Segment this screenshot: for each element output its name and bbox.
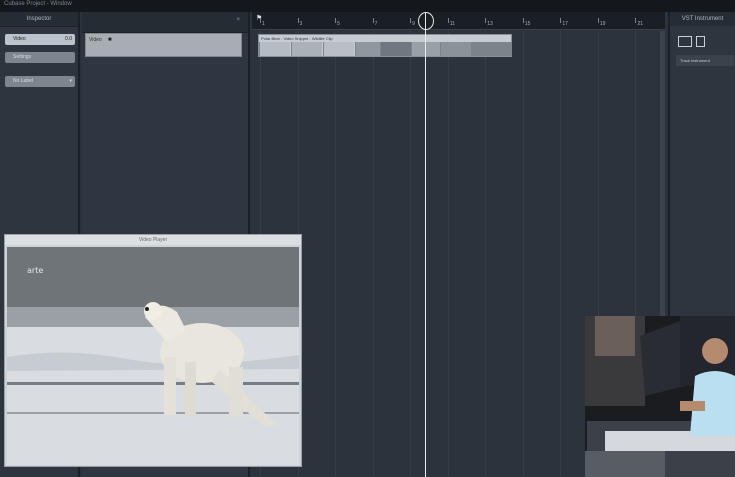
ruler-tick-mark bbox=[522, 18, 524, 23]
clip-thumbnail bbox=[355, 42, 380, 56]
vst-panel-title: VST Instrument bbox=[670, 12, 735, 26]
settings-icon[interactable] bbox=[696, 36, 705, 47]
playhead-cursor[interactable] bbox=[425, 12, 426, 477]
video-window-title: Video Player bbox=[5, 235, 301, 245]
timeline-gridline bbox=[485, 31, 487, 477]
clip-thumbnail bbox=[259, 42, 290, 56]
close-icon[interactable]: × bbox=[236, 17, 240, 23]
video-watermark: arte bbox=[27, 266, 43, 275]
timeline-gridline bbox=[372, 31, 374, 477]
timeline-gridline bbox=[560, 31, 562, 477]
ruler-tick-mark bbox=[372, 18, 374, 23]
inspector-label-dropdown[interactable]: No Label ▾ bbox=[5, 76, 75, 87]
ruler-tick-mark bbox=[447, 18, 449, 23]
ruler-tick-mark bbox=[485, 18, 487, 23]
ruler-tick-label: 19 bbox=[599, 21, 606, 27]
webcam-overlay bbox=[585, 316, 735, 477]
ruler-tick-label: 9 bbox=[412, 21, 415, 27]
window-titlebar: Cubase Project - Window bbox=[0, 0, 735, 12]
track-instrument-item[interactable]: Track Instrument bbox=[676, 55, 734, 66]
clip-thumbnail bbox=[323, 42, 354, 56]
ruler-tick-mark bbox=[597, 18, 599, 23]
ruler-tick-label: 21 bbox=[637, 21, 644, 27]
timeline-gridline bbox=[447, 31, 449, 477]
timeline-ruler[interactable]: ⚑ 13579111315171921 bbox=[252, 12, 665, 30]
timeline-gridline bbox=[335, 31, 337, 477]
inspector-dropdown-label: No Label bbox=[13, 78, 34, 84]
ruler-tick-mark bbox=[297, 18, 299, 23]
ruler-tick-label: 15 bbox=[524, 21, 531, 27]
inspector-track-label: Video bbox=[13, 36, 26, 42]
ruler-tick-label: 3 bbox=[299, 21, 303, 27]
ruler-tick-label: 13 bbox=[487, 21, 493, 27]
track-instrument-label: Track Instrument bbox=[680, 58, 710, 63]
video-player-window: Video Player arte bbox=[4, 234, 302, 467]
video-track-icon: ■ bbox=[108, 37, 112, 43]
inspector-settings-label: Settings bbox=[13, 54, 32, 60]
clip-name: Polar Bear - Video Snippet - Wildlife Cl… bbox=[261, 36, 333, 41]
clip-thumbnail bbox=[380, 42, 411, 56]
track-name: Video bbox=[89, 37, 102, 43]
inspector-track-value: 0.0 bbox=[65, 36, 72, 42]
video-track-header[interactable]: Video ■ bbox=[85, 33, 242, 57]
window-title: Cubase Project - Window bbox=[4, 1, 72, 7]
chevron-down-icon: ▾ bbox=[69, 78, 72, 84]
polar-bear-video-frame: arte bbox=[7, 247, 299, 465]
ruler-tick-mark bbox=[335, 18, 337, 23]
timeline-gridline bbox=[410, 31, 412, 477]
ruler-tick-mark bbox=[635, 18, 637, 23]
video-clip[interactable]: Polar Bear - Video Snippet - Wildlife Cl… bbox=[258, 34, 512, 57]
ruler-tick-label: 7 bbox=[374, 21, 378, 27]
inspector-title: Inspector bbox=[0, 12, 78, 27]
playhead-highlight bbox=[418, 12, 434, 30]
ruler-tick-label: 17 bbox=[562, 21, 568, 27]
ruler-tick-mark bbox=[410, 18, 412, 23]
inspector-settings-row[interactable]: Settings bbox=[5, 52, 75, 63]
monitor-icon[interactable] bbox=[678, 36, 692, 47]
ruler-tick-label: 1 bbox=[262, 21, 265, 27]
ruler-tick-mark bbox=[560, 18, 562, 23]
ruler-tick-label: 5 bbox=[337, 21, 340, 27]
clip-thumbnail bbox=[440, 42, 471, 56]
inspector-track-row[interactable]: Video 0.0 bbox=[5, 34, 75, 45]
ruler-tick-mark bbox=[260, 18, 261, 23]
track-list-header: × bbox=[82, 12, 248, 33]
ruler-tick-label: 11 bbox=[449, 21, 455, 27]
timeline-gridline bbox=[522, 31, 524, 477]
clip-thumbnail bbox=[471, 42, 512, 56]
clip-thumbnail bbox=[291, 42, 322, 56]
